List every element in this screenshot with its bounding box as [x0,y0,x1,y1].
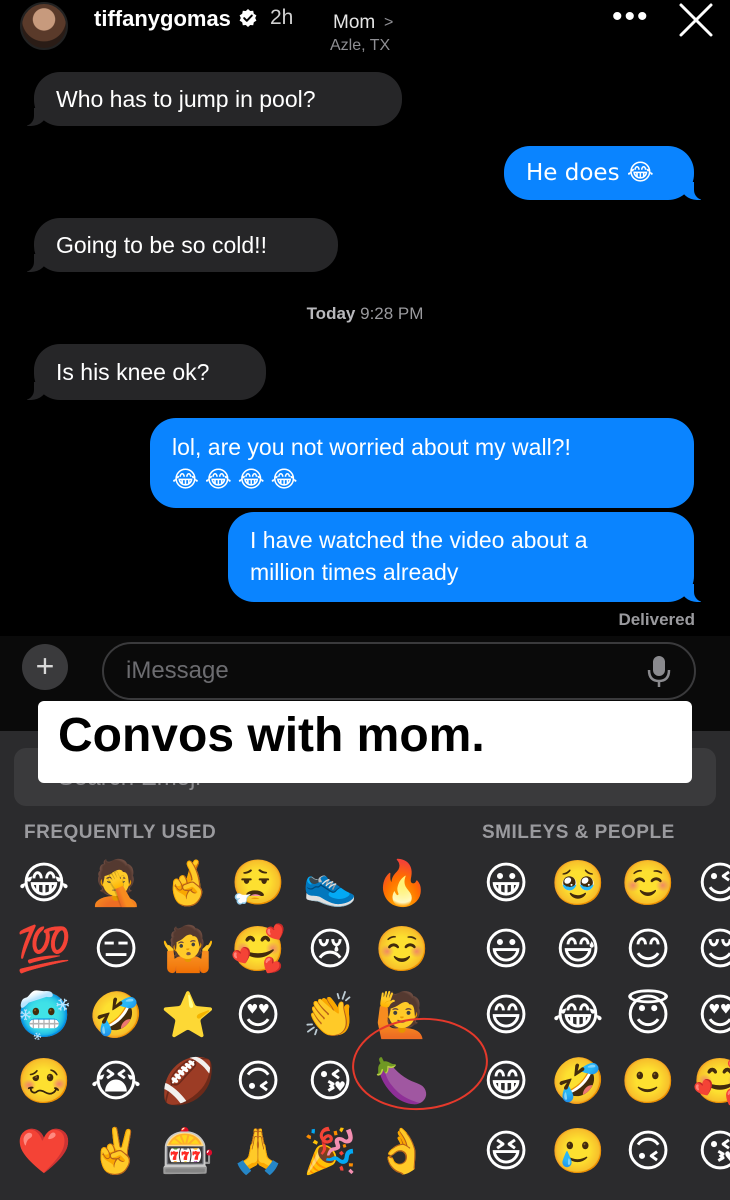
section-label-frequently-used: FREQUENTLY USED [24,822,217,843]
emoji-key[interactable]: 😮‍💨 [228,854,288,914]
emoji-key[interactable]: 🤦 [86,854,146,914]
delivered-status: Delivered [618,610,695,629]
microphone-icon[interactable] [646,655,672,689]
emoji-key[interactable]: 🥴 [14,1052,74,1112]
emoji-key[interactable]: 🤣 [86,986,146,1046]
emoji-key[interactable]: 🔥 [372,854,432,914]
emoji-key[interactable]: 😄 [476,986,536,1046]
emoji-key[interactable]: 🥲 [548,1122,608,1182]
message-bubble-received[interactable]: Who has to jump in pool? [22,72,402,126]
emoji-key[interactable]: 🙃 [618,1122,678,1182]
emoji-key[interactable]: 😌 [690,920,730,980]
emoji-key[interactable]: 🎉 [300,1122,360,1182]
emoji-key[interactable]: 😃 [476,920,536,980]
emoji-key[interactable]: 😂 [548,986,608,1046]
message-text: I have watched the video about a [250,527,588,553]
emoji-key[interactable]: ☺️ [372,920,432,980]
emoji-key[interactable]: 😍 [690,986,730,1046]
story-username[interactable]: tiffanygomas [94,6,231,32]
message-text: lol, are you not worried about my wall?! [172,434,571,460]
emoji-key[interactable]: 😑 [86,920,146,980]
emoji-key[interactable]: 🙂 [618,1052,678,1112]
emoji-key[interactable]: 😊 [618,920,678,980]
close-icon[interactable] [676,0,716,40]
emoji-key[interactable]: 🥰 [690,1052,730,1112]
emoji-key[interactable]: 😅 [548,920,608,980]
story-time: 2h [270,6,294,29]
emoji-key[interactable]: 😘 [300,1052,360,1112]
message-bubble-sent[interactable]: I have watched the video about a million… [228,512,706,602]
emoji-key[interactable]: 🤞 [158,854,218,914]
emoji-key[interactable]: ❤️ [14,1122,74,1182]
emoji-key[interactable]: 😢 [300,920,360,980]
emoji-key[interactable]: 😇 [618,986,678,1046]
timestamp-time: 9:28 PM [360,304,424,323]
emoji-key[interactable]: 😉 [690,854,730,914]
more-options-icon[interactable]: ••• [612,0,650,34]
message-text: 😂😂😂😂 [172,467,304,493]
emoji-key[interactable]: 🙏 [228,1122,288,1182]
message-bubble-sent[interactable]: He does 😂 [504,146,706,200]
emoji-key[interactable]: 🤣 [548,1052,608,1112]
message-bubble-received[interactable]: Going to be so cold!! [22,218,338,272]
add-attachment-button[interactable]: + [22,644,68,690]
emoji-key[interactable]: 💯 [14,920,74,980]
emoji-key[interactable]: 😘 [690,1122,730,1182]
message-text: million times already [250,559,459,585]
chevron-right-icon: > [384,14,394,31]
timestamp-day: Today [306,304,356,323]
emoji-key[interactable]: 👟 [300,854,360,914]
message-bubble-received[interactable]: Is his knee ok? [22,344,266,400]
emoji-key[interactable]: 🥹 [548,854,608,914]
emoji-key[interactable]: ⭐ [158,986,218,1046]
message-text: Is his knee ok? [56,359,210,385]
emoji-key[interactable]: 😂 [14,854,74,914]
emoji-key[interactable]: 👏 [300,986,360,1046]
section-label-smileys-people: SMILEYS & PEOPLE [482,822,675,843]
message-text: He does 😂 [526,160,654,186]
caption-laughing-emoji: 😂 [616,712,670,766]
imessage-input[interactable] [102,642,696,700]
emoji-key[interactable]: 🤷 [158,920,218,980]
emoji-key[interactable]: 🥰 [228,920,288,980]
message-bubble-sent[interactable]: lol, are you not worried about my wall?!… [150,418,694,508]
story-header: tiffanygomas 2h Mom > Azle, TX ••• [0,0,730,70]
contact-location: Azle, TX [330,37,391,54]
message-text: Who has to jump in pool? [56,86,316,112]
verified-badge-icon [239,9,257,27]
emoji-key[interactable]: ✌️ [86,1122,146,1182]
emoji-key[interactable]: 😍 [228,986,288,1046]
emoji-key[interactable]: 🎰 [158,1122,218,1182]
emoji-key[interactable]: 👌 [372,1122,432,1182]
emoji-key[interactable]: 😆 [476,1122,536,1182]
emoji-key[interactable]: 🏈 [158,1052,218,1112]
emoji-key[interactable]: 😭 [86,1052,146,1112]
caption-laughing-emoji: 😂 [556,712,610,766]
caption-text: Convos with mom. [58,709,485,762]
message-text: Going to be so cold!! [56,232,267,258]
emoji-key[interactable]: 🙃 [228,1052,288,1112]
emoji-key[interactable]: ☺️ [618,854,678,914]
avatar[interactable] [20,2,68,50]
message-timestamp: Today 9:28 PM [0,304,730,324]
contact-name[interactable]: Mom [333,12,375,34]
emoji-key[interactable]: 🥶 [14,986,74,1046]
emoji-key[interactable]: 😀 [476,854,536,914]
